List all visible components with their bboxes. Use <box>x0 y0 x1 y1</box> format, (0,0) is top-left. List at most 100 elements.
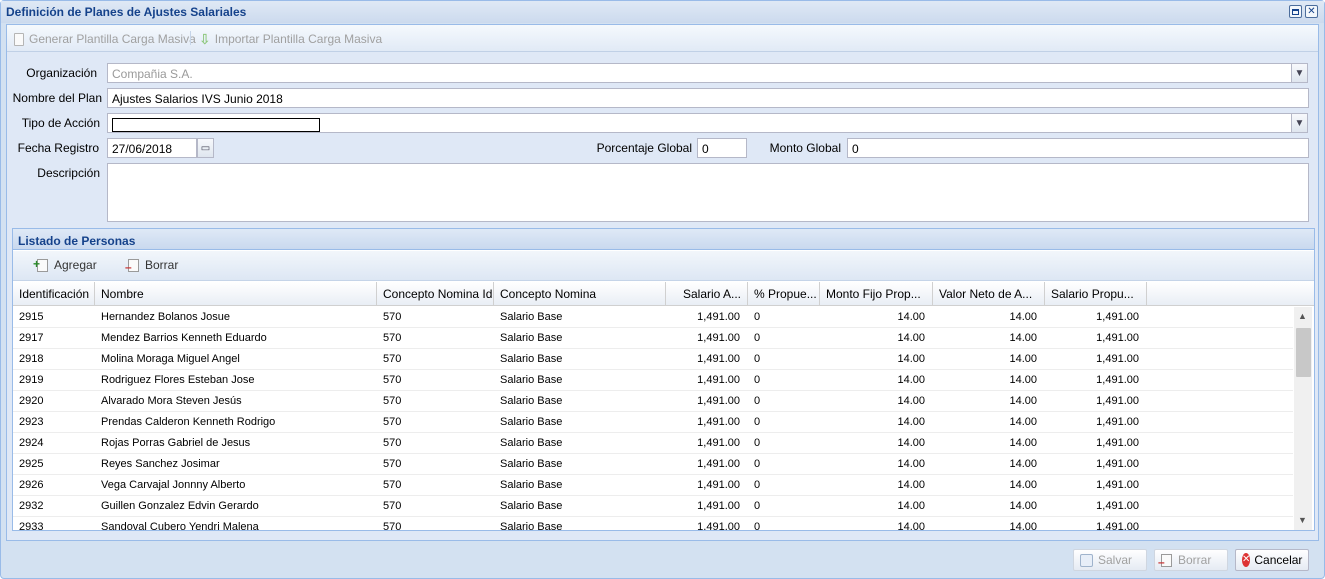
cell-porcentaje: 0 <box>754 332 761 344</box>
cell-concepto-id: 570 <box>383 332 402 344</box>
cell-monto-fijo: 14.00 <box>897 521 925 530</box>
window-titlebar[interactable]: Definición de Planes de Ajustes Salarial… <box>1 1 1324 23</box>
col-valor-neto[interactable]: Valor Neto de A... <box>933 282 1045 305</box>
cell-salario-propuesto: 1,491.00 <box>1096 395 1139 407</box>
col-porcentaje-propuesto[interactable]: % Propue... <box>748 282 820 305</box>
nombre-plan-input[interactable]: Ajustes Salarios IVS Junio 2018 <box>107 88 1309 108</box>
table-row[interactable]: 2933 Sandoval Cubero Yendri Malena 570 Sala… <box>13 517 1293 530</box>
save-button[interactable]: Salvar <box>1073 549 1147 571</box>
scroll-thumb[interactable] <box>1296 328 1311 377</box>
cell-valor-neto: 14.00 <box>1009 332 1037 344</box>
organizacion-chevron-down-icon[interactable]: ▼ <box>1291 63 1308 83</box>
table-row[interactable]: 2932 Guillen Gonzalez Edvin Gerardo 570 Sal… <box>13 496 1293 517</box>
cell-salario-propuesto: 1,491.00 <box>1096 479 1139 491</box>
generate-template-button[interactable]: Generar Plantilla Carga Masiva <box>14 30 196 48</box>
table-row[interactable]: 2920 Alvarado Mora Steven Jesús 570 Salario… <box>13 391 1293 412</box>
col-concepto-nomina[interactable]: Concepto Nomina <box>494 282 666 305</box>
cell-concepto: Salario Base <box>500 353 563 365</box>
cell-nombre: Hernandez Bolanos Josue <box>101 311 231 323</box>
cell-nombre: Rodriguez Flores Esteban Jose <box>101 374 255 386</box>
cell-concepto: Salario Base <box>500 416 563 428</box>
cell-porcentaje: 0 <box>754 479 761 491</box>
cell-porcentaje: 0 <box>754 521 761 530</box>
maximize-icon[interactable] <box>1289 5 1302 18</box>
nombre-label: Nombre del Plan <box>12 91 102 105</box>
cell-valor-neto: 14.00 <box>1009 521 1037 530</box>
table-row[interactable]: 2919 Rodriguez Flores Esteban Jose 570 Sala… <box>13 370 1293 391</box>
grid-rows: 2915 Hernandez Bolanos Josue 570 Salario Ba… <box>13 307 1293 530</box>
cell-monto-fijo: 14.00 <box>897 311 925 323</box>
tipo-accion-chevron-down-icon[interactable]: ▼ <box>1291 113 1308 133</box>
col-salario-propuesto[interactable]: Salario Propu... <box>1045 282 1147 305</box>
cancel-button[interactable]: ✕ Cancelar <box>1235 549 1309 571</box>
cell-porcentaje: 0 <box>754 500 761 512</box>
table-row[interactable]: 2918 Molina Moraga Miguel Angel 570 Salario… <box>13 349 1293 370</box>
cell-salario-propuesto: 1,491.00 <box>1096 416 1139 428</box>
cell-porcentaje: 0 <box>754 458 761 470</box>
cell-monto-fijo: 14.00 <box>897 500 925 512</box>
cell-concepto-id: 570 <box>383 374 402 386</box>
grid-scrollbar[interactable]: ▲ ▼ <box>1294 307 1312 530</box>
toolbar-separator <box>190 31 191 45</box>
cell-nombre: Prendas Calderon Kenneth Rodrigo <box>101 416 276 428</box>
cell-nombre: Molina Moraga Miguel Angel <box>101 353 240 365</box>
import-template-button[interactable]: ⇩ Importar Plantilla Carga Masiva <box>199 30 382 48</box>
cell-monto-fijo: 14.00 <box>897 437 925 449</box>
add-document-icon <box>33 257 48 272</box>
table-row[interactable]: 2917 Mendez Barrios Kenneth Eduardo 570 Sal… <box>13 328 1293 349</box>
cell-salario-actual: 1,491.00 <box>697 395 740 407</box>
save-label: Salvar <box>1098 553 1133 567</box>
cell-concepto-id: 570 <box>383 479 402 491</box>
cell-identificacion: 2920 <box>19 395 44 407</box>
monto-global-input[interactable]: 0 <box>847 138 1309 158</box>
col-salario-actual[interactable]: Salario A... <box>666 282 748 305</box>
delete-person-button[interactable]: Borrar <box>125 258 179 274</box>
cell-nombre: Sandoval Cubero Yendri Malena <box>101 521 259 530</box>
organizacion-combo[interactable]: Compañia S.A. <box>107 63 1292 83</box>
delete-button[interactable]: Borrar <box>1154 549 1228 571</box>
calendar-icon[interactable]: ▭ <box>197 138 214 158</box>
close-icon[interactable]: ✕ <box>1305 5 1318 18</box>
table-row[interactable]: 2925 Reyes Sanchez Josimar 570 Salario Base… <box>13 454 1293 475</box>
import-template-label: Importar Plantilla Carga Masiva <box>214 32 383 46</box>
descripcion-textarea[interactable] <box>107 163 1309 222</box>
cell-salario-actual: 1,491.00 <box>697 374 740 386</box>
col-concepto-nomina-id[interactable]: Concepto Nomina Id <box>377 282 494 305</box>
cell-monto-fijo: 14.00 <box>897 395 925 407</box>
porcentaje-global-input[interactable]: 0 <box>697 138 747 158</box>
delete-person-label: Borrar <box>145 258 179 272</box>
cell-concepto: Salario Base <box>500 437 563 449</box>
cell-valor-neto: 14.00 <box>1009 374 1037 386</box>
grid-header: Listado de Personas <box>13 229 1314 250</box>
col-monto-fijo[interactable]: Monto Fijo Prop... <box>820 282 933 305</box>
scroll-up-icon[interactable]: ▲ <box>1298 311 1307 321</box>
fecha-registro-input[interactable]: 27/06/2018 <box>107 138 197 158</box>
cell-identificacion: 2924 <box>19 437 44 449</box>
cell-valor-neto: 14.00 <box>1009 353 1037 365</box>
cell-monto-fijo: 14.00 <box>897 479 925 491</box>
scroll-down-icon[interactable]: ▼ <box>1298 515 1307 525</box>
cell-concepto-id: 570 <box>383 311 402 323</box>
cell-nombre: Mendez Barrios Kenneth Eduardo <box>101 332 267 344</box>
cell-monto-fijo: 14.00 <box>897 374 925 386</box>
cell-salario-propuesto: 1,491.00 <box>1096 458 1139 470</box>
table-row[interactable]: 2926 Vega Carvajal Jonnny Alberto 570 Salar… <box>13 475 1293 496</box>
table-row[interactable]: 2915 Hernandez Bolanos Josue 570 Salario Ba… <box>13 307 1293 328</box>
cell-monto-fijo: 14.00 <box>897 353 925 365</box>
cell-concepto: Salario Base <box>500 479 563 491</box>
cell-valor-neto: 14.00 <box>1009 500 1037 512</box>
tipo-accion-combo[interactable] <box>107 113 1292 133</box>
cell-identificacion: 2925 <box>19 458 44 470</box>
delete-document-icon <box>125 258 139 274</box>
table-row[interactable]: 2924 Rojas Porras Gabriel de Jesus 570 Sala… <box>13 433 1293 454</box>
table-row[interactable]: 2923 Prendas Calderon Kenneth Rodrigo 570 S… <box>13 412 1293 433</box>
add-person-button[interactable]: Agregar <box>33 257 97 273</box>
cancel-label: Cancelar <box>1254 553 1303 567</box>
cell-salario-actual: 1,491.00 <box>697 458 740 470</box>
cell-monto-fijo: 14.00 <box>897 458 925 470</box>
col-nombre[interactable]: Nombre <box>95 282 377 305</box>
cell-nombre: Rojas Porras Gabriel de Jesus <box>101 437 251 449</box>
top-toolbar: Generar Plantilla Carga Masiva ⇩ Importa… <box>7 25 1318 52</box>
cell-nombre: Vega Carvajal Jonnny Alberto <box>101 479 246 491</box>
col-identificacion[interactable]: Identificación <box>13 282 95 305</box>
